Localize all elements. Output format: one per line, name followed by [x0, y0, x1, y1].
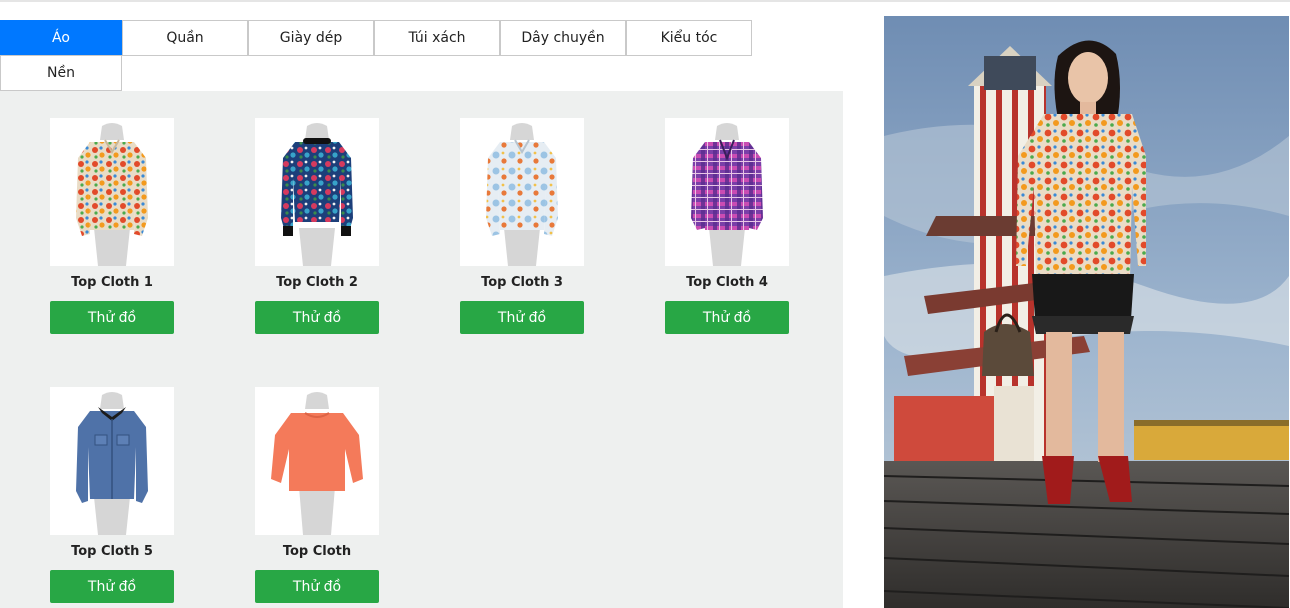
- try-on-button[interactable]: Thử đồ: [255, 570, 379, 603]
- tab-kieu-toc[interactable]: Kiểu tóc: [626, 20, 752, 56]
- plaid-shirt-icon[interactable]: [665, 118, 789, 266]
- try-on-button[interactable]: Thử đồ: [460, 301, 584, 334]
- product-card: Top Cloth 5 Thử đồ: [50, 387, 174, 603]
- tab-giay-dep[interactable]: Giày dép: [248, 20, 374, 56]
- floral-blouse-icon[interactable]: [255, 118, 379, 266]
- floral-shirt-icon[interactable]: [50, 118, 174, 266]
- product-card: Top Cloth 2 Thử đồ: [255, 118, 379, 334]
- product-name: Top Cloth 1: [71, 275, 153, 290]
- tab-nen[interactable]: Nền: [0, 55, 122, 91]
- tab-quan[interactable]: Quần: [122, 20, 248, 56]
- tab-tui-xach[interactable]: Túi xách: [374, 20, 500, 56]
- product-card: Top Cloth 1 Thử đồ: [50, 118, 174, 334]
- product-name: Top Cloth 5: [71, 544, 153, 559]
- top-divider: [0, 0, 1290, 2]
- tab-day-chuyen[interactable]: Dây chuyền: [500, 20, 626, 56]
- product-name: Top Cloth 3: [481, 275, 563, 290]
- coral-blouse-icon[interactable]: [255, 387, 379, 535]
- model-preview-image: [884, 16, 1289, 608]
- product-card: Top Cloth Thử đồ: [255, 387, 379, 603]
- product-card: Top Cloth 4 Thử đồ: [665, 118, 789, 334]
- try-on-button[interactable]: Thử đồ: [665, 301, 789, 334]
- watercolor-shirt-icon[interactable]: [460, 118, 584, 266]
- product-name: Top Cloth 4: [686, 275, 768, 290]
- product-name: Top Cloth: [282, 544, 352, 559]
- try-on-button[interactable]: Thử đồ: [255, 301, 379, 334]
- product-card: Top Cloth 3 Thử đồ: [460, 118, 584, 334]
- product-name: Top Cloth 2: [276, 275, 358, 290]
- tab-ao[interactable]: Áo: [0, 20, 122, 56]
- try-on-button[interactable]: Thử đồ: [50, 570, 174, 603]
- try-on-button[interactable]: Thử đồ: [50, 301, 174, 334]
- denim-shirt-icon[interactable]: [50, 387, 174, 535]
